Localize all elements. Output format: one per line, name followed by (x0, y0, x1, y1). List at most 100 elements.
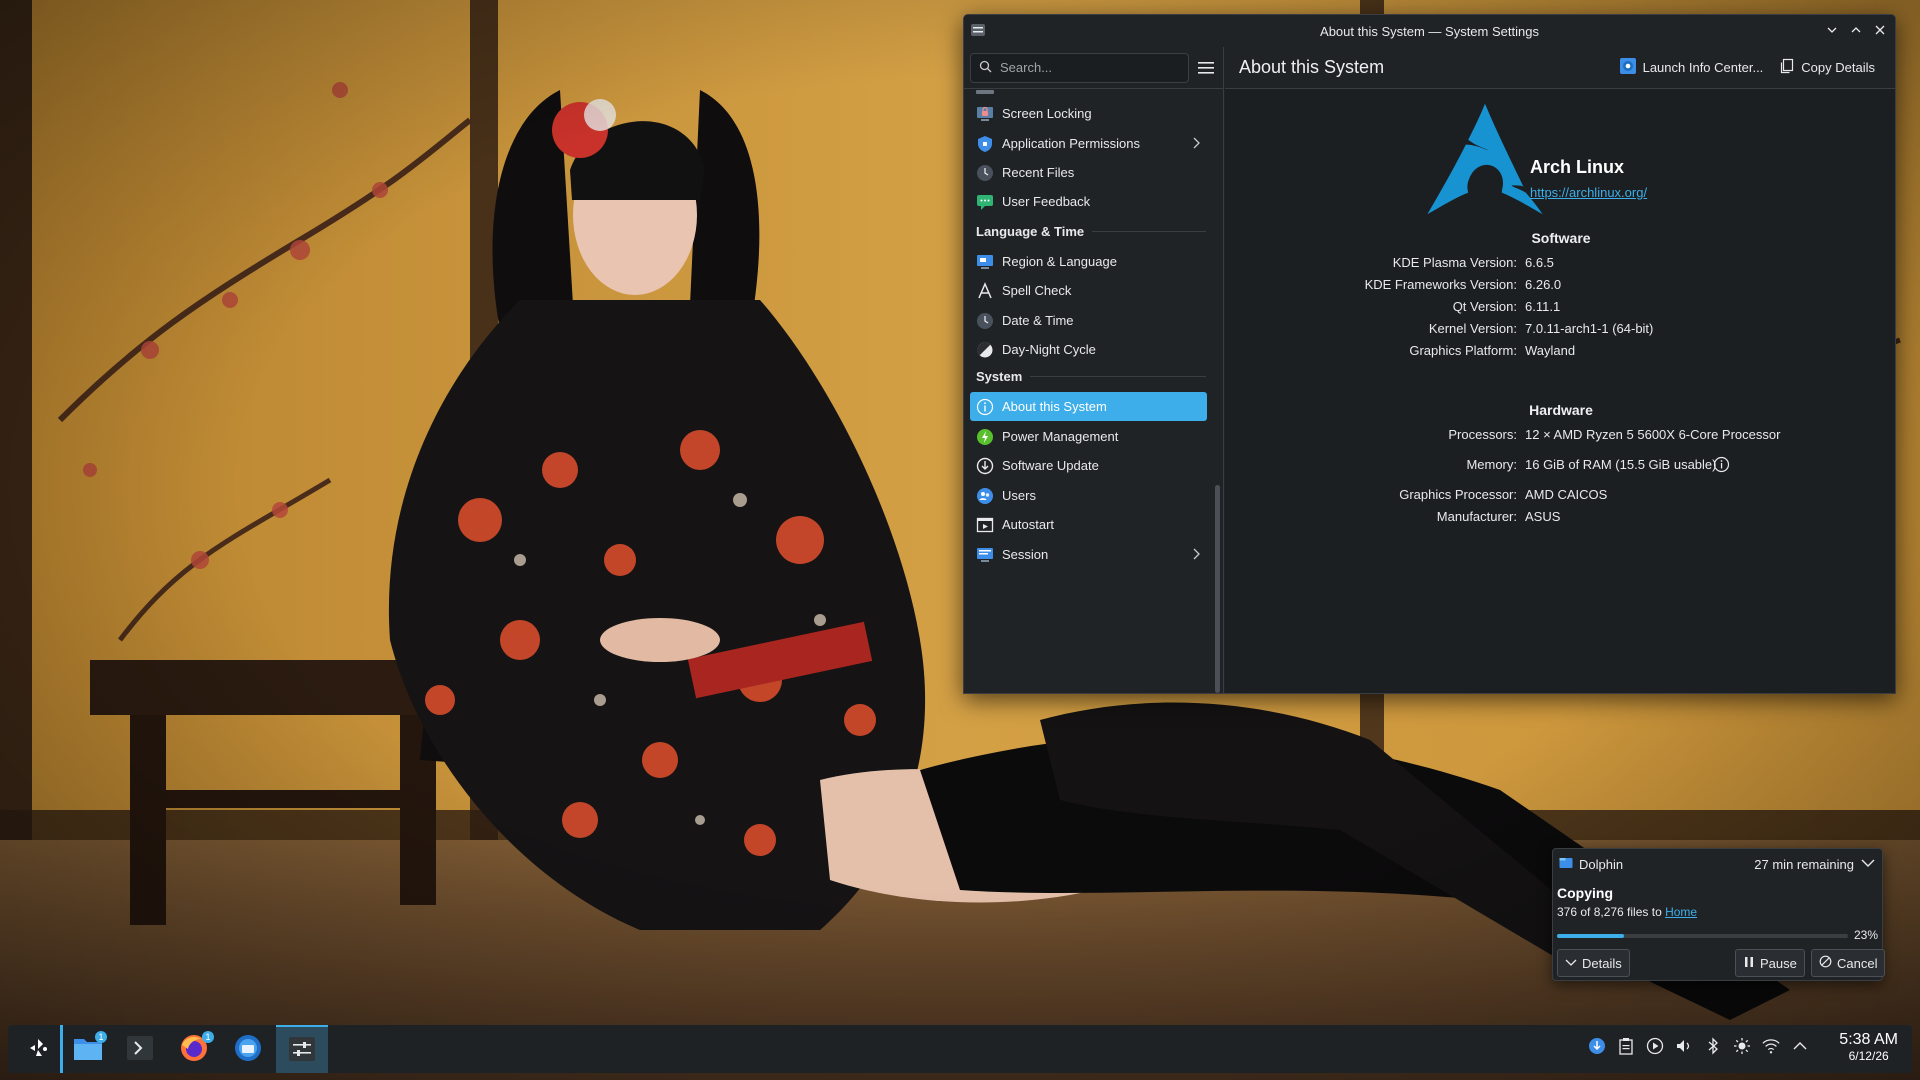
clock-time: 5:38 AM (1839, 1031, 1898, 1048)
sidebar-item-region-language[interactable]: Region & Language (970, 247, 1207, 276)
shield-icon (976, 135, 994, 153)
application-launcher-button[interactable] (12, 1025, 64, 1073)
taskbar-konsole[interactable] (114, 1025, 166, 1073)
sidebar-search[interactable] (970, 52, 1189, 83)
time-remaining: 27 min remaining (1754, 856, 1854, 872)
hardware-row-manufacturer: Manufacturer: ASUS (1225, 509, 1895, 529)
section-header-label: System (976, 368, 1023, 384)
sidebar-item-recent-files[interactable]: Recent Files (970, 158, 1207, 187)
terminal-icon (126, 1035, 154, 1064)
sidebar-item-session[interactable]: Session (970, 540, 1207, 569)
system-settings-app-icon[interactable] (970, 22, 986, 38)
info-value: AMD CAICOS (1525, 487, 1608, 502)
media-player-icon[interactable] (1646, 1037, 1664, 1055)
thunderbird-icon (233, 1033, 263, 1066)
sidebar-item-label: Power Management (1002, 429, 1119, 444)
hardware-section-title: Hardware (1529, 402, 1593, 418)
users-icon (976, 487, 994, 505)
updates-tray-icon[interactable] (1588, 1037, 1606, 1055)
sidebar-item-spell-check[interactable]: Spell Check (970, 276, 1207, 305)
sidebar-item-label: User Feedback (1002, 194, 1091, 209)
section-divider (1092, 230, 1206, 232)
copy-progress-fill (1557, 934, 1624, 938)
progress-percent: 23% (1853, 928, 1878, 942)
pause-label: Pause (1760, 955, 1797, 971)
sidebar-item-about-this-system[interactable]: About this System (970, 392, 1207, 421)
copy-details-button[interactable]: Copy Details (1771, 54, 1883, 82)
wifi-icon[interactable] (1762, 1037, 1780, 1055)
software-row-frameworks: KDE Frameworks Version: 6.26.0 (1225, 277, 1895, 297)
software-row-qt: Qt Version: 6.11.1 (1225, 299, 1895, 319)
clock-icon (976, 312, 994, 330)
pause-button[interactable]: Pause (1735, 949, 1805, 977)
sidebar-item-label: Region & Language (1002, 254, 1117, 269)
page-header: About this System Launch Info Center... … (1225, 47, 1895, 89)
details-button[interactable]: Details (1557, 949, 1630, 977)
tray-expand-icon[interactable] (1791, 1037, 1809, 1055)
sidebar-item-day-night-cycle[interactable]: Day-Night Cycle (970, 335, 1207, 364)
launch-info-center-button[interactable]: Launch Info Center... (1611, 54, 1772, 82)
maximize-icon[interactable] (1847, 21, 1865, 39)
window-title: About this System — System Settings (1320, 23, 1539, 39)
cancel-button[interactable]: Cancel (1811, 949, 1886, 977)
system-tray (1588, 1037, 1809, 1055)
copy-icon (1779, 58, 1795, 77)
brightness-icon[interactable] (1733, 1037, 1751, 1055)
cut-off-item-icon (976, 90, 994, 94)
sidebar-item-screen-locking[interactable]: Screen Locking (970, 99, 1207, 128)
info-value: 6.6.5 (1525, 255, 1554, 270)
spell-check-icon (976, 281, 994, 300)
info-key: Processors: (1448, 427, 1517, 442)
clipboard-icon[interactable] (1617, 1037, 1635, 1055)
taskbar-firefox[interactable]: 1 (168, 1025, 220, 1073)
dolphin-icon (1559, 856, 1573, 873)
scrollbar-thumb[interactable] (1215, 485, 1220, 693)
close-icon[interactable] (1871, 21, 1889, 39)
chevron-down-icon[interactable] (1860, 856, 1876, 873)
taskbar-dolphin[interactable]: 1 (60, 1025, 112, 1073)
sidebar-item-power-management[interactable]: Power Management (970, 422, 1207, 451)
volume-icon[interactable] (1675, 1037, 1693, 1055)
info-key: Kernel Version: (1428, 321, 1517, 336)
bluetooth-icon[interactable] (1704, 1037, 1722, 1055)
window-titlebar[interactable]: About this System — System Settings (964, 15, 1895, 47)
digital-clock[interactable]: 5:38 AM 6/12/26 (1839, 1031, 1898, 1063)
settings-sliders-icon (288, 1036, 316, 1065)
chevron-down-icon (1565, 956, 1577, 971)
info-value: Wayland (1525, 343, 1576, 358)
sidebar-item-user-feedback[interactable]: User Feedback (970, 187, 1207, 216)
sidebar-item-software-update[interactable]: Software Update (970, 451, 1207, 480)
software-row-kernel: Kernel Version: 7.0.11-arch1-1 (64-bit) (1225, 321, 1895, 341)
sidebar-item-label: Software Update (1002, 458, 1099, 473)
sidebar-scrollbar[interactable] (1212, 90, 1224, 693)
sidebar-item-autostart[interactable]: Autostart (970, 510, 1207, 539)
hardware-row-processors: Processors: 12 × AMD Ryzen 5 5600X 6-Cor… (1225, 427, 1895, 447)
copy-progress-bar (1557, 934, 1848, 938)
hamburger-menu-icon[interactable] (1195, 53, 1217, 83)
notification-body: 376 of 8,276 files to Home (1557, 905, 1697, 919)
software-section-title: Software (1531, 230, 1591, 246)
distro-url-link[interactable]: https://archlinux.org/ (1530, 185, 1647, 200)
firefox-badge: 1 (202, 1031, 214, 1043)
info-key: Memory: (1466, 457, 1517, 472)
sidebar-item-date-time[interactable]: Date & Time (970, 306, 1207, 335)
chevron-right-icon (1191, 547, 1201, 564)
autostart-icon (976, 516, 994, 534)
details-label: Details (1582, 955, 1622, 971)
memory-info-icon[interactable] (1713, 456, 1730, 476)
sidebar-item-application-permissions[interactable]: Application Permissions (970, 129, 1207, 158)
taskbar-system-settings[interactable] (276, 1025, 328, 1073)
sidebar-item-label: Users (1002, 488, 1036, 503)
info-key: Manufacturer: (1436, 509, 1517, 524)
info-icon (976, 398, 994, 416)
section-divider (1030, 375, 1206, 377)
destination-home-link[interactable]: Home (1665, 905, 1697, 919)
taskbar-thunderbird[interactable] (222, 1025, 274, 1073)
dolphin-badge: 1 (95, 1031, 107, 1043)
info-center-icon (1619, 57, 1637, 78)
minimize-icon[interactable] (1823, 21, 1841, 39)
search-input[interactable] (1000, 60, 1180, 75)
section-header-label: Language & Time (976, 223, 1085, 239)
sidebar-item-users[interactable]: Users (970, 481, 1207, 510)
info-value: 6.26.0 (1525, 277, 1562, 292)
